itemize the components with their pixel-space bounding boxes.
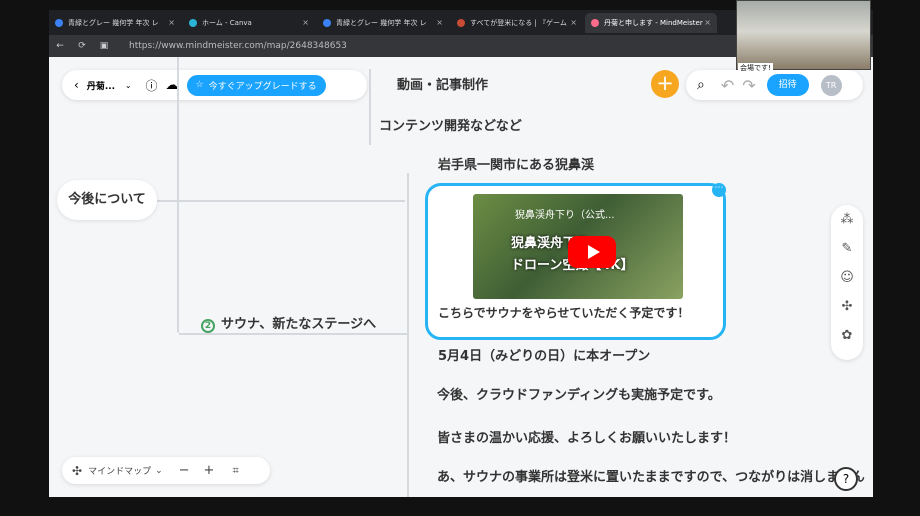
url-input[interactable]: https://www.mindmeister.com/map/26483486… — [129, 35, 347, 57]
map-title[interactable]: 丹菊... — [87, 79, 121, 92]
site-info-icon[interactable]: ▣ — [93, 41, 115, 51]
node-video-editing[interactable]: 動画・記事制作 — [397, 74, 488, 93]
connector — [407, 173, 409, 497]
browser-tab-active[interactable]: 丹菊と申します - MindMeister × — [585, 12, 717, 33]
back-icon[interactable]: ‹ — [74, 78, 79, 92]
fit-view-icon[interactable]: ⌗ — [232, 464, 238, 478]
node-crowdfunding[interactable]: 今後、クラウドファンディングも実施予定です。 — [437, 384, 721, 403]
zoom-in-icon[interactable]: + — [204, 463, 215, 478]
number-badge: 2 — [201, 319, 215, 333]
color-icon[interactable]: ✿ — [831, 321, 863, 350]
info-icon[interactable]: ⓘ — [146, 77, 158, 94]
node-business[interactable]: あ、サウナの事業所は登米に置いたままですので、つながりは消しません — [437, 466, 865, 485]
selected-video-node[interactable]: 猊鼻渓舟下り（公式... 猊鼻渓舟下り ドローン空撮【4K】 こちらでサウナをや… — [425, 183, 726, 340]
node-support[interactable]: 皆さまの温かい応援、よろしくお願いいたします！ — [437, 427, 736, 446]
browser-tab[interactable]: ホーム - Canva × — [183, 13, 315, 33]
node-sauna[interactable]: サウナ、新たなステージへ — [221, 317, 376, 332]
youtube-play-icon[interactable] — [568, 236, 616, 268]
tab-favicon-icon — [591, 18, 599, 27]
top-right-toolbar: ⌕ ↶ ↷ 招待 TR — [686, 70, 863, 100]
video-caption[interactable]: こちらでサウナをやらせていただく予定です！ — [438, 304, 689, 321]
search-icon[interactable]: ⌕ — [697, 77, 705, 93]
tab-label: 青緑とグレー 幾何学 年次 レ — [68, 18, 159, 27]
node-opening[interactable]: 5月4日（みどりの日）に本オープン — [438, 345, 650, 364]
help-icon[interactable]: ? — [834, 467, 858, 491]
video-title: 猊鼻渓舟下り（公式... — [515, 210, 615, 221]
youtube-thumbnail[interactable]: 猊鼻渓舟下り（公式... 猊鼻渓舟下り ドローン空撮【4K】 — [473, 194, 683, 299]
browser-tab[interactable]: 青緑とグレー 幾何学 年次 レ × — [317, 13, 449, 33]
mindmap-canvas[interactable]: ‹ 丹菊... ⌄ ⓘ ☁ ☆ 今すぐアップグレードする + ⌕ ↶ ↷ 招待 T… — [49, 57, 873, 497]
tab-favicon-icon — [457, 18, 465, 27]
connect-icon[interactable]: ✣ — [831, 292, 863, 321]
upgrade-label: 今すぐアップグレードする — [208, 81, 317, 92]
close-icon[interactable]: × — [302, 18, 309, 27]
tab-label: 丹菊と申します - MindMeister — [604, 18, 703, 27]
back-icon[interactable]: ← — [49, 41, 71, 51]
close-icon[interactable]: × — [436, 18, 443, 27]
connector — [157, 200, 405, 202]
undo-icon[interactable]: ↶ — [721, 76, 734, 95]
close-icon[interactable]: × — [570, 18, 577, 27]
chevron-down-icon[interactable]: ⌄ — [155, 466, 163, 476]
connector — [177, 57, 179, 333]
emoji-icon[interactable]: ☺ — [831, 263, 863, 292]
add-node-button[interactable]: + — [651, 70, 679, 98]
redo-icon[interactable]: ↷ — [742, 76, 755, 95]
paint-icon[interactable]: ✎ — [831, 234, 863, 263]
tab-label: ホーム - Canva — [202, 18, 252, 27]
apps-icon[interactable]: ⁂ — [831, 205, 863, 234]
tab-label: すべてが登米になる | 『ゲーム — [470, 18, 567, 27]
browser-window: 青緑とグレー 幾何学 年次 レ × ホーム - Canva × 青緑とグレー 幾何学… — [49, 10, 873, 497]
more-options-icon[interactable]: ⋯ — [712, 183, 726, 197]
top-left-toolbar: ‹ 丹菊... ⌄ ⓘ ☁ ☆ 今すぐアップグレードする — [62, 70, 367, 100]
node-content-development[interactable]: コンテンツ開発などなど — [379, 115, 522, 134]
tab-favicon-icon — [55, 18, 63, 27]
node-today[interactable]: 今後について — [57, 180, 157, 220]
tab-favicon-icon — [189, 18, 197, 27]
browser-tab[interactable]: 青緑とグレー 幾何学 年次 レ × — [49, 13, 181, 33]
invite-button[interactable]: 招待 — [766, 74, 809, 96]
tab-label: 青緑とグレー 幾何学 年次 レ — [336, 18, 427, 27]
webcam-overlay — [736, 0, 871, 70]
connector — [369, 69, 371, 145]
upgrade-button[interactable]: ☆ 今すぐアップグレードする — [186, 74, 326, 96]
node-iwate[interactable]: 岩手県一関市にある猊鼻渓 — [438, 154, 594, 173]
mindmap-view-label[interactable]: マインドマップ — [88, 464, 151, 477]
browser-tab[interactable]: すべてが登米になる | 『ゲーム × — [451, 13, 583, 33]
zoom-out-icon[interactable]: − — [179, 463, 190, 478]
connector — [179, 333, 407, 335]
close-icon[interactable]: × — [704, 18, 711, 27]
close-icon[interactable]: × — [168, 18, 175, 27]
star-icon: ☆ — [195, 80, 204, 90]
mindmap-icon: ✣ — [72, 463, 83, 478]
avatar[interactable]: TR — [820, 74, 842, 96]
right-tool-panel: ⁂ ✎ ☺ ✣ ✿ — [831, 205, 863, 360]
chevron-down-icon[interactable]: ⌄ — [125, 81, 132, 90]
tab-favicon-icon — [323, 18, 331, 27]
refresh-icon[interactable]: ⟳ — [71, 41, 93, 51]
bottom-toolbar: ✣ マインドマップ ⌄ − + ⌗ — [62, 457, 270, 484]
webcam-label: 会場です! — [738, 63, 773, 73]
screen-frame: 青緑とグレー 幾何学 年次 レ × ホーム - Canva × 青緑とグレー 幾何学… — [0, 0, 920, 516]
